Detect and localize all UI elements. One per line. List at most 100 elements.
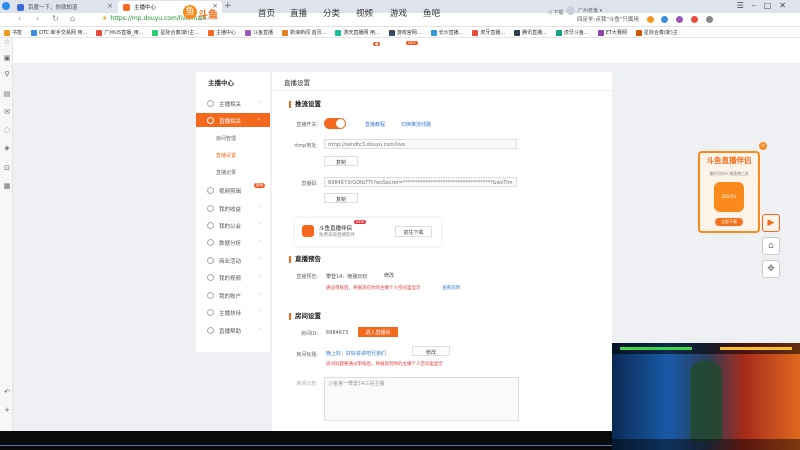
new-tab-button[interactable]: + [224, 1, 232, 11]
bookmark-label: 广州US直播_用... [104, 30, 144, 36]
sidebar-subitem[interactable]: 直播设置 [196, 148, 270, 162]
bookmark-item[interactable]: 新浪新闻 首页... [278, 27, 331, 37]
sidebar-item[interactable]: 我的账户 ‹ [196, 288, 270, 302]
close-tab-icon[interactable]: × [107, 2, 113, 10]
download-link[interactable]: ▯ 下载 [549, 9, 563, 16]
tutorial-link[interactable]: 直播教程 [365, 121, 385, 128]
page-icon[interactable]: ▤ [3, 90, 11, 98]
copy-rtmp-button[interactable]: 复制 [324, 156, 358, 166]
switch-line-link[interactable]: 切换推流线路 [401, 121, 431, 128]
sidebar-item[interactable]: 我的收益 ‹ [196, 201, 270, 215]
refresh-icon[interactable]: ↻ [52, 14, 59, 23]
avatar [566, 6, 575, 15]
preview-edit-button[interactable]: 修改 [372, 270, 406, 280]
toolbar-hint[interactable]: 四足羊:点我"斗鱼"只属用 [577, 17, 639, 23]
enter-room-button[interactable]: 进入直播间 [358, 327, 398, 337]
extension-icon[interactable] [690, 16, 698, 23]
douyu-logo[interactable]: 鱼 斗鱼 DOUYU.COM [183, 4, 221, 21]
room-title-value: 晚上好，好好讲讲吧兄弟们 [326, 351, 387, 357]
extension-icon[interactable] [676, 16, 684, 23]
bookmark-item[interactable]: 腾讯直播... [510, 27, 552, 37]
bookmark-item[interactable]: OTC:新手交易网 用... [27, 27, 92, 37]
user-menu[interactable]: 广州老鬼 ▾ [566, 6, 602, 15]
back-icon[interactable]: ‹ [18, 14, 21, 23]
sidebar-subitem[interactable]: 房间管理 [196, 131, 270, 145]
ad-desc: 最好用的PC端直播工具 [709, 171, 749, 176]
bookmark-star-icon[interactable]: ★ [102, 15, 107, 22]
sidebar-item[interactable]: 视频剪辑 ‹ 新版 [196, 183, 270, 197]
search-icon[interactable]: ⚲ [3, 70, 11, 78]
nav-category[interactable]: 分类 [323, 7, 340, 19]
promo-download-button[interactable]: 前往下载 [395, 226, 432, 237]
bookmark-item[interactable]: 主播中心 [204, 27, 241, 37]
undo-icon[interactable]: ↶ [3, 388, 11, 396]
bottom-strip [0, 431, 612, 450]
bookmark-item[interactable]: 虎牙直播... [468, 27, 510, 37]
tab-baidu[interactable]: 百度一下，你就知道 × [12, 1, 117, 13]
extension-icon[interactable] [661, 16, 669, 23]
preview-help-link[interactable]: 查看说明 [442, 285, 460, 291]
notice-textarea[interactable]: 斗鱼第一攀登14三哥主播 [324, 377, 519, 421]
add-icon[interactable]: + [3, 406, 11, 414]
chevron-icon: ‹ [259, 238, 261, 244]
stream-code-field[interactable]: 6984673rGOtbTTt?wsSecret=***************… [324, 177, 517, 187]
bookmark-item[interactable]: 虎牙斗鱼... [552, 27, 594, 37]
home-float-icon[interactable]: ⌂ [762, 237, 780, 255]
cart-icon[interactable]: ⊡ [3, 164, 11, 172]
sidebar-item[interactable]: 主播相关 ‹ [196, 96, 270, 110]
grid-icon[interactable]: ▦ [3, 182, 11, 190]
nav-home[interactable]: 首页 [258, 7, 275, 19]
switch-label: 直播开关: [296, 122, 318, 128]
nav-game[interactable]: 游戏 [390, 7, 407, 19]
ad-close-icon[interactable]: × [759, 142, 767, 150]
rtmp-field[interactable]: rtmp://sendtc3.douyu.com/live [324, 139, 517, 149]
bookmark-favicon-icon [555, 30, 562, 36]
star-icon[interactable]: ☆ [3, 38, 11, 46]
browser-logo-icon [2, 2, 10, 10]
chat-icon[interactable]: ◌ [3, 126, 11, 134]
bookmark-item[interactable]: 星际合奏(斯)主... [148, 27, 204, 37]
sidebar-item[interactable]: 数据分析 ‹ [196, 235, 270, 249]
chevron-icon: ‹ [259, 308, 261, 314]
menu-icon[interactable] [705, 16, 713, 23]
bookmark-item[interactable]: 星际合奏(斯)主 [632, 27, 683, 37]
ad-download-button[interactable]: 立即下载 [715, 218, 743, 226]
bookmark-item[interactable]: 游天直播网 用... [331, 27, 384, 37]
page-title: 直播设置 [284, 79, 310, 87]
forward-icon[interactable]: › [36, 14, 39, 23]
sidebar-item[interactable]: 我的视频 ‹ [196, 270, 270, 284]
bookmark-item[interactable]: 斗鱼直播 [241, 27, 278, 37]
sidebar-subitem[interactable]: 直播记录 [196, 165, 270, 179]
sidebar-item[interactable]: 主播扶持 ‹ [196, 305, 270, 319]
bookmark-item[interactable]: 长沙直播... [427, 27, 469, 37]
play-video-icon[interactable]: ▶ [762, 214, 780, 232]
sidebar-item[interactable]: 直播帮助 ‹ [196, 323, 270, 337]
extension-icon[interactable] [646, 16, 654, 23]
mail-icon[interactable]: ✉ [3, 108, 11, 116]
gamepad-icon[interactable]: ✥ [762, 260, 780, 278]
window-controls[interactable]: ☰–□✕ [737, 1, 794, 10]
copy-code-button[interactable]: 复制 [324, 193, 358, 203]
bookmark-item[interactable]: 广州US直播_用... [92, 27, 148, 37]
companion-ad[interactable]: 斗鱼直播伴侣 最好用的PC端直播工具 DOUYU 立即下载 [698, 151, 760, 233]
room-title-edit-button[interactable]: 修改 [412, 346, 450, 356]
live-switch-toggle[interactable] [324, 118, 346, 129]
bookmark-item[interactable]: 书签 [0, 27, 27, 37]
bookmark-item[interactable]: ET大赛网 [594, 27, 632, 37]
nav-video[interactable]: 视频 [356, 7, 373, 19]
room-id-label: 房间ID: [300, 331, 318, 337]
book-icon[interactable]: ▣ [3, 54, 11, 62]
promo-subtitle: 免费高效直播软件 [319, 233, 355, 238]
bookmark-label: 游戏官网... [396, 30, 422, 36]
sidebar-item[interactable]: 直播相关 ⌄ [196, 113, 270, 127]
fighter-character [690, 361, 722, 441]
bookmark-item[interactable]: 游戏官网... [385, 27, 427, 37]
sidebar-item-label: 我的收益 [219, 207, 242, 213]
sidebar-item[interactable]: 我的公会 ‹ [196, 218, 270, 232]
live-video-preview[interactable] [612, 343, 800, 450]
nav-live[interactable]: 直播 [290, 7, 307, 19]
game-icon[interactable]: ◈ [3, 144, 11, 152]
sidebar-item[interactable]: 商业活动 ‹ [196, 253, 270, 267]
nav-fishbar[interactable]: 鱼吧 [423, 7, 440, 19]
home-icon[interactable]: ⌂ [70, 14, 75, 23]
